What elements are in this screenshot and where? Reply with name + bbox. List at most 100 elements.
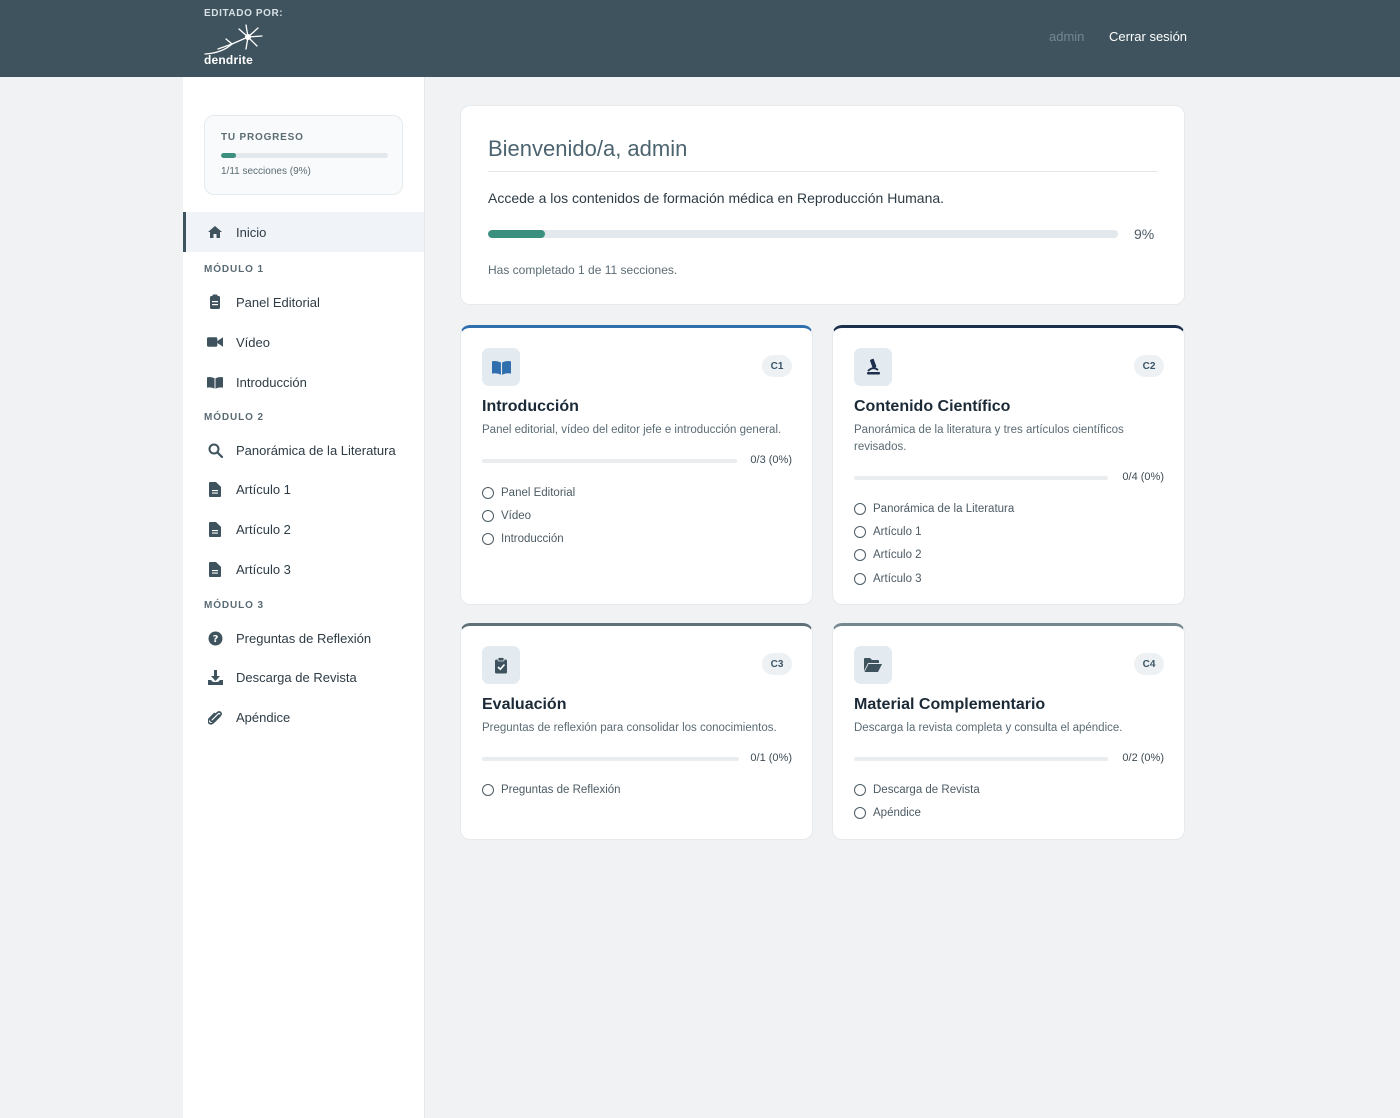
- clipboard-check-icon: [482, 646, 520, 684]
- section-card-c1[interactable]: C1 Introducción Panel editorial, vídeo d…: [460, 325, 813, 605]
- circle-icon: [854, 806, 866, 819]
- card-description: Descarga la revista completa y consulta …: [854, 722, 1123, 734]
- module-label-2: MÓDULO 2: [204, 412, 264, 423]
- list-item-label: Descarga de Revista: [873, 783, 980, 796]
- sidebar-item-articulo-1[interactable]: Artículo 1: [183, 469, 424, 509]
- logo-text: dendrite: [204, 53, 253, 67]
- progress-card: TU PROGRESO 1/11 secciones (9%): [204, 115, 403, 195]
- card-title[interactable]: Evaluación: [482, 696, 566, 714]
- document-icon: [207, 521, 223, 537]
- section-card-c2[interactable]: C2 Contenido Científico Panorámica de la…: [832, 325, 1185, 605]
- list-item[interactable]: Artículo 2: [854, 544, 1014, 567]
- edited-by-label: EDITADO POR:: [204, 8, 284, 19]
- sidebar-item-descarga[interactable]: Descarga de Revista: [183, 657, 424, 697]
- card-progress-bar: [482, 757, 739, 761]
- microscope-icon: [854, 348, 892, 386]
- list-item[interactable]: Introducción: [482, 528, 575, 551]
- top-header: EDITADO POR: dendrite admin Cerrar sesió…: [0, 0, 1400, 77]
- card-title[interactable]: Introducción: [482, 398, 579, 416]
- card-badge: C1: [762, 355, 792, 377]
- section-card-c4[interactable]: C4 Material Complementario Descarga la r…: [832, 623, 1185, 840]
- circle-icon: [854, 572, 866, 585]
- card-section-list: Panorámica de la Literatura Artículo 1 A…: [854, 497, 1014, 590]
- logout-link[interactable]: Cerrar sesión: [1109, 29, 1187, 44]
- card-badge: C4: [1134, 653, 1164, 675]
- sidebar-item-apendice[interactable]: Apéndice: [183, 697, 424, 737]
- sidebar-item-articulo-3[interactable]: Artículo 3: [183, 549, 424, 589]
- download-icon: [207, 669, 223, 685]
- sidebar-item-label: Apéndice: [236, 709, 291, 725]
- book-icon: [482, 348, 520, 386]
- sidebar-item-label: Artículo 1: [236, 481, 291, 497]
- card-section-list: Preguntas de Reflexión: [482, 778, 621, 801]
- list-item-label: Panel Editorial: [501, 486, 576, 499]
- module-label-1: MÓDULO 1: [204, 264, 264, 275]
- sidebar-item-inicio[interactable]: Inicio: [183, 212, 424, 252]
- list-item-label: Artículo 3: [873, 572, 922, 585]
- list-item-label: Preguntas de Reflexión: [501, 783, 621, 796]
- circle-icon: [482, 486, 494, 499]
- section-card-c3[interactable]: C3 Evaluación Preguntas de reflexión par…: [460, 623, 813, 840]
- card-description: Preguntas de reflexión para consolidar l…: [482, 722, 777, 734]
- book-icon: [207, 374, 223, 390]
- progress-text: 1/11 secciones (9%): [221, 166, 311, 177]
- card-badge: C2: [1134, 355, 1164, 377]
- progress-label: TU PROGRESO: [221, 132, 304, 143]
- folder-open-icon: [854, 646, 892, 684]
- list-item[interactable]: Panorámica de la Literatura: [854, 497, 1014, 520]
- document-icon: [207, 481, 223, 497]
- sidebar-item-label: Panel Editorial: [236, 294, 320, 310]
- list-item[interactable]: Artículo 1: [854, 520, 1014, 543]
- sidebar-item-panel-editorial[interactable]: Panel Editorial: [183, 282, 424, 322]
- card-progress-text: 0/2 (0%): [1122, 752, 1164, 764]
- card-progress-text: 0/4 (0%): [1122, 471, 1164, 483]
- sidebar-item-video[interactable]: Vídeo: [183, 322, 424, 362]
- card-description: Panel editorial, vídeo del editor jefe e…: [482, 424, 782, 436]
- list-item-label: Panorámica de la Literatura: [873, 502, 1015, 515]
- clipboard-icon: [207, 294, 223, 310]
- welcome-title: Bienvenido/a, admin: [488, 136, 688, 161]
- sidebar-item-label: Inicio: [236, 224, 267, 240]
- sidebar-item-articulo-2[interactable]: Artículo 2: [183, 509, 424, 549]
- sidebar: TU PROGRESO 1/11 secciones (9%) Inicio M…: [183, 77, 425, 1118]
- sidebar-item-label: Panorámica de la Literatura: [236, 442, 396, 458]
- list-item[interactable]: Artículo 3: [854, 567, 1014, 590]
- list-item[interactable]: Descarga de Revista: [854, 778, 980, 801]
- list-item-label: Introducción: [501, 533, 564, 546]
- list-item[interactable]: Preguntas de Reflexión: [482, 778, 621, 801]
- list-item[interactable]: Apéndice: [854, 801, 980, 824]
- list-item-label: Artículo 2: [873, 549, 922, 562]
- list-item-label: Apéndice: [873, 806, 921, 819]
- sidebar-item-label: Preguntas de Reflexión: [236, 630, 372, 646]
- welcome-description: Accede a los contenidos de formación méd…: [488, 190, 945, 206]
- sidebar-item-preguntas[interactable]: ? Preguntas de Reflexión: [183, 618, 424, 658]
- card-progress-bar: [854, 757, 1108, 761]
- overall-progress-bar: [488, 230, 1118, 238]
- user-name-link[interactable]: admin: [1049, 29, 1084, 44]
- card-section-list: Panel Editorial Vídeo Introducción: [482, 481, 575, 551]
- list-item-label: Vídeo: [501, 509, 532, 522]
- card-badge: C3: [762, 653, 792, 675]
- divider: [488, 171, 1158, 172]
- card-progress-bar: [482, 459, 737, 463]
- overall-progress-percent: 9%: [1134, 226, 1155, 242]
- sidebar-progress-bar: [221, 153, 388, 158]
- circle-icon: [482, 783, 494, 796]
- card-progress-text: 0/3 (0%): [750, 454, 792, 466]
- overall-progress-fill: [488, 230, 545, 238]
- card-title[interactable]: Contenido Científico: [854, 398, 1010, 416]
- sidebar-progress-fill: [221, 153, 237, 158]
- sidebar-item-label: Vídeo: [236, 334, 270, 350]
- sidebar-item-label: Artículo 2: [236, 521, 291, 537]
- sidebar-item-introduccion[interactable]: Introducción: [183, 362, 424, 402]
- circle-icon: [482, 509, 494, 522]
- paperclip-icon: [207, 709, 223, 725]
- list-item[interactable]: Vídeo: [482, 504, 575, 527]
- card-title[interactable]: Material Complementario: [854, 696, 1045, 714]
- completed-text: Has completado 1 de 11 secciones.: [488, 263, 678, 277]
- circle-icon: [854, 549, 866, 562]
- sidebar-item-panoramica[interactable]: Panorámica de la Literatura: [183, 430, 424, 470]
- question-icon: ?: [207, 630, 223, 646]
- list-item[interactable]: Panel Editorial: [482, 481, 575, 504]
- circle-icon: [854, 783, 866, 796]
